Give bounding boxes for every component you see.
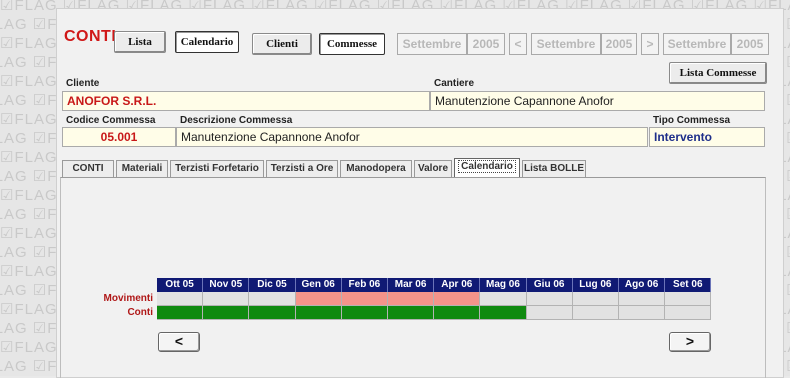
row-label-conti: Conti <box>127 307 153 318</box>
lista-commesse-button[interactable]: Lista Commesse <box>669 62 767 84</box>
calendar-cell-conti[interactable] <box>619 306 666 320</box>
calendar-next-button[interactable]: > <box>669 332 711 352</box>
calendar-cell-movimenti[interactable] <box>619 292 666 306</box>
calendar-cell-conti[interactable] <box>249 306 296 320</box>
month-header: Gen 06 <box>295 278 342 292</box>
calendar-cell-conti[interactable] <box>203 306 250 320</box>
descrizione-commessa-field[interactable]: Manutenzione Capannone Anofor <box>176 127 648 147</box>
calendar-cell-conti[interactable] <box>434 306 481 320</box>
calendar-cell-movimenti[interactable] <box>480 292 527 306</box>
calendar-cell-movimenti[interactable] <box>341 292 388 306</box>
calendar-cell-movimenti[interactable] <box>203 292 250 306</box>
month-header: Giu 06 <box>526 278 573 292</box>
calendar-cell-movimenti[interactable] <box>249 292 296 306</box>
calendar-cell-movimenti[interactable] <box>388 292 435 306</box>
calendar-cell-conti[interactable] <box>572 306 619 320</box>
tipo-commessa-label: Tipo Commessa <box>653 115 731 126</box>
cantiere-label: Cantiere <box>434 78 475 89</box>
calendar-cell-movimenti[interactable] <box>434 292 481 306</box>
tab-label: Terzisti Forfetario <box>175 163 259 174</box>
extra-month-select[interactable]: Settembre <box>663 33 731 55</box>
commesse-button[interactable]: Commesse <box>319 33 385 55</box>
prev-period-button[interactable]: < <box>509 33 527 55</box>
tab-label: Calendario <box>458 160 516 173</box>
month-header: Mar 06 <box>388 278 435 292</box>
month-header: Mag 06 <box>480 278 527 292</box>
next-period-button[interactable]: > <box>641 33 659 55</box>
to-month-select[interactable]: Settembre <box>531 33 601 55</box>
from-month-select[interactable]: Settembre <box>397 33 467 55</box>
calendar-cell-movimenti[interactable] <box>157 292 204 306</box>
month-header: Set 06 <box>665 278 712 292</box>
tab-valore[interactable]: Valore <box>414 160 452 177</box>
month-header: Ott 05 <box>157 278 204 292</box>
calendar-cell-conti[interactable] <box>295 306 342 320</box>
tab-label: Terzisti a Ore <box>270 163 334 174</box>
calendar-cell-movimenti[interactable] <box>572 292 619 306</box>
calendario-button[interactable]: Calendario <box>175 31 239 53</box>
calendar-cell-movimenti[interactable] <box>665 292 712 306</box>
calendar-cell-movimenti[interactable] <box>295 292 342 306</box>
calendar-cell-conti[interactable] <box>665 306 712 320</box>
month-header: Nov 05 <box>203 278 250 292</box>
cantiere-field[interactable]: Manutenzione Capannone Anofor <box>430 91 765 111</box>
month-header: Feb 06 <box>341 278 388 292</box>
cliente-label: Cliente <box>66 78 100 89</box>
tab-manodopera[interactable]: Manodopera <box>340 160 412 177</box>
from-year-select[interactable]: 2005 <box>467 33 505 55</box>
cliente-field[interactable]: ANOFOR S.R.L. <box>62 91 430 111</box>
tab-label: Lista BOLLE <box>523 163 584 174</box>
tipo-commessa-field[interactable]: Intervento <box>649 127 765 147</box>
lista-button[interactable]: Lista <box>114 31 166 53</box>
calendar-cell-movimenti[interactable] <box>526 292 573 306</box>
app-title: CONTI <box>64 28 117 45</box>
calendar-cell-conti[interactable] <box>526 306 573 320</box>
month-header: Apr 06 <box>434 278 481 292</box>
calendar-prev-button[interactable]: < <box>158 332 200 352</box>
row-label-movimenti: Movimenti <box>103 293 153 304</box>
descrizione-commessa-label: Descrizione Commessa <box>180 115 293 126</box>
calendar-cell-conti[interactable] <box>480 306 527 320</box>
tab-label: Valore <box>417 163 449 174</box>
month-header: Lug 06 <box>572 278 619 292</box>
tab-label: Manodopera <box>346 163 406 174</box>
tab-terzisti-a-ore[interactable]: Terzisti a Ore <box>266 160 338 177</box>
clienti-button[interactable]: Clienti <box>252 33 312 55</box>
tab-materiali[interactable]: Materiali <box>116 160 168 177</box>
tab-label: Materiali <box>121 163 163 174</box>
tab-calendario[interactable]: Calendario <box>454 158 520 178</box>
to-year-select[interactable]: 2005 <box>601 33 637 55</box>
extra-year-select[interactable]: 2005 <box>731 33 769 55</box>
tab-conti[interactable]: CONTI <box>62 160 114 177</box>
tab-label: CONTI <box>72 163 104 174</box>
calendar-cell-conti[interactable] <box>157 306 204 320</box>
codice-commessa-field[interactable]: 05.001 <box>62 127 176 147</box>
codice-commessa-label: Codice Commessa <box>66 115 156 126</box>
tab-lista-bolle[interactable]: Lista BOLLE <box>522 160 586 177</box>
calendar-cell-conti[interactable] <box>341 306 388 320</box>
month-header: Dic 05 <box>249 278 296 292</box>
month-header: Ago 06 <box>619 278 666 292</box>
calendar-cell-conti[interactable] <box>388 306 435 320</box>
tab-terzisti-forfetario[interactable]: Terzisti Forfetario <box>170 160 264 177</box>
